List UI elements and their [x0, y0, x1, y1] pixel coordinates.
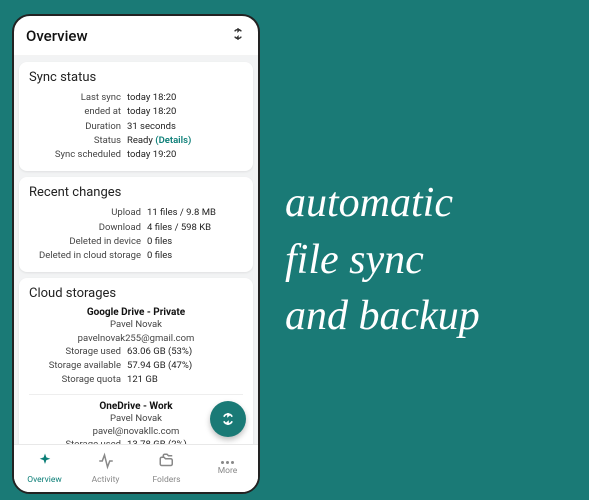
kv-value: 31 seconds: [127, 120, 243, 134]
promo-line-1: automatic: [285, 175, 480, 232]
kv-key: Deleted in device: [29, 235, 141, 249]
storage-name: OneDrive - Work: [29, 401, 243, 412]
kv-value: today 19:20: [127, 148, 243, 162]
kv-key: Storage used: [29, 345, 121, 359]
kv-row: Last sync today 18:20: [29, 91, 243, 105]
sync-status-card: Sync status Last synctoday 18:20ended at…: [19, 62, 253, 171]
nav-label: More: [218, 466, 238, 476]
dots-icon: [219, 461, 237, 464]
recent-changes-rows: Upload 11 files / 9.8 MB Download 4 files /…: [29, 206, 243, 263]
sync-fab-button[interactable]: [210, 401, 246, 437]
kv-key: Sync scheduled: [29, 148, 121, 162]
cloud-storages-title: Cloud storages: [29, 286, 243, 301]
kv-row: Upload 11 files / 9.8 MB: [29, 206, 243, 220]
kv-key: Duration: [29, 120, 121, 134]
nav-label: Overview: [27, 475, 61, 485]
kv-row: ended at today 18:20: [29, 105, 243, 119]
kv-row: Duration 31 seconds: [29, 120, 243, 134]
recent-changes-title: Recent changes: [29, 185, 243, 200]
phone-mockup: Overview Sync status Last sync today 18:2…: [12, 14, 260, 494]
bottom-nav: Overview Activity Folders More: [14, 444, 258, 492]
kv-key: Deleted in cloud storage: [29, 249, 141, 263]
kv-row: Status Ready (Details): [29, 134, 243, 148]
kv-value: 121 GB: [127, 373, 243, 387]
kv-row: Download 4 files / 598 KB: [29, 221, 243, 235]
nav-label: Activity: [92, 475, 120, 485]
recent-changes-card: Recent changes Upload11 files / 9.8 MBDo…: [19, 177, 253, 272]
sync-status-title: Sync status: [29, 70, 243, 85]
kv-row: Deleted in device 0 files: [29, 235, 243, 249]
nav-item-folders[interactable]: Folders: [136, 445, 197, 492]
activity-icon: [97, 452, 115, 473]
page-title: Overview: [26, 27, 88, 45]
nav-item-more[interactable]: More: [197, 445, 258, 492]
promo-headline: automatic file sync and backup: [285, 175, 480, 345]
nav-item-activity[interactable]: Activity: [75, 445, 136, 492]
kv-row: Storage quota 121 GB: [29, 373, 243, 387]
sync-now-icon[interactable]: [230, 26, 246, 46]
kv-value: 0 files: [147, 249, 243, 263]
storage-email: pavelnovak255@gmail.com: [29, 332, 243, 345]
nav-label: Folders: [152, 475, 180, 485]
storage-user: Pavel Novak: [29, 318, 243, 331]
divider: [29, 394, 243, 395]
promo-line-3: and backup: [285, 288, 480, 345]
kv-key: Storage available: [29, 359, 121, 373]
folders-icon: [158, 452, 176, 473]
kv-key: Status: [29, 134, 121, 148]
storage-name: Google Drive - Private: [29, 307, 243, 318]
kv-value: Ready (Details): [127, 134, 243, 148]
kv-key: Last sync: [29, 91, 121, 105]
kv-row: Deleted in cloud storage 0 files: [29, 249, 243, 263]
kv-key: Storage quota: [29, 373, 121, 387]
kv-value: today 18:20: [127, 105, 243, 119]
kv-value: 0 files: [147, 235, 243, 249]
sparkle-icon: [36, 452, 54, 473]
kv-row: Sync scheduled today 19:20: [29, 148, 243, 162]
app-header: Overview: [14, 16, 258, 56]
kv-value: 57.94 GB (47%): [127, 359, 243, 373]
kv-key: Upload: [29, 206, 141, 220]
kv-value: 11 files / 9.8 MB: [147, 206, 243, 220]
kv-value: today 18:20: [127, 91, 243, 105]
storage-account[interactable]: Google Drive - PrivatePavel Novakpavelno…: [29, 307, 243, 387]
kv-row: Storage available 57.94 GB (47%): [29, 359, 243, 373]
kv-row: Storage used 63.06 GB (53%): [29, 345, 243, 359]
promo-line-2: file sync: [285, 232, 480, 289]
kv-value: 63.06 GB (53%): [127, 345, 243, 359]
sync-status-rows: Last synctoday 18:20ended attoday 18:20D…: [29, 91, 243, 162]
kv-key: Download: [29, 221, 141, 235]
details-link[interactable]: (Details): [153, 135, 191, 146]
kv-key: ended at: [29, 105, 121, 119]
nav-item-overview[interactable]: Overview: [14, 445, 75, 492]
kv-value: 4 files / 598 KB: [147, 221, 243, 235]
